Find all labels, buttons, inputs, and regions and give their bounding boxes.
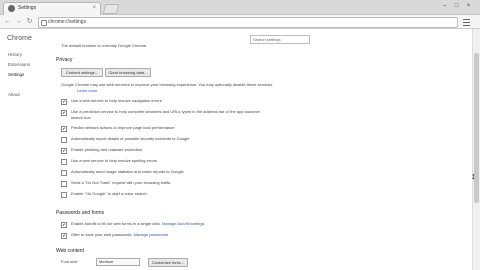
chrome-menu-icon[interactable] [462,17,471,26]
sidebar-item-history[interactable]: History [8,52,22,57]
tab-settings[interactable]: Settings × [3,2,101,15]
clear-browsing-data-button[interactable]: Clear browsing data... [105,68,151,77]
passwords-heading: Passwords and forms [56,210,105,216]
option-label: Use a prediction service to help complet… [71,109,260,114]
settings-favicon-icon [8,5,15,12]
option-label: Enable phishing and malware protection [71,147,143,152]
customize-fonts-button[interactable]: Customize fonts... [148,258,188,267]
sidebar-item-settings[interactable]: Settings [8,72,24,77]
sidebar: Chrome History Extensions Settings About [0,29,46,270]
reload-icon[interactable]: ↻ [25,17,34,26]
option-label: Automatically report details of possible… [71,136,190,141]
sidebar-item-extensions[interactable]: Extensions [8,62,30,67]
tab-close-icon[interactable]: × [92,4,96,12]
tab-title: Settings [18,5,37,11]
option-label: Predict network actions to improve page … [71,125,175,130]
checkbox[interactable]: ✔ [61,233,67,239]
checkbox[interactable]: ✔ [61,126,67,132]
resize-cursor-icon: ↕ [471,171,476,181]
option-label: Enable Autofill to fill out web forms in… [71,221,205,226]
content-settings-button[interactable]: Content settings... [61,68,103,77]
settings-content: The default browser is currently Google … [56,29,456,270]
close-window-icon[interactable]: × [464,2,473,10]
checkbox[interactable]: ✔ [61,99,67,105]
manage-passwords-link[interactable]: Manage passwords [134,232,169,237]
maximize-icon[interactable]: □ [452,2,461,10]
privacy-description: Google Chrome may use web services to im… [61,82,274,87]
option-label: Enable "Ok Google" to start a voice sear… [71,191,147,196]
new-tab-button[interactable] [102,4,120,14]
option-label: Automatically send usage statistics and … [71,169,184,174]
scrollbar[interactable] [472,29,480,270]
checkbox[interactable] [61,181,67,187]
option-label-continued: search box [71,115,91,120]
back-icon[interactable]: ← [3,17,12,26]
settings-page: Chrome History Extensions Settings About… [0,29,480,270]
checkbox[interactable]: ✔ [61,148,67,154]
checkbox[interactable] [61,159,67,165]
title-bar: Settings × – □ × [0,0,480,15]
font-size-label: Font size: [61,259,79,264]
learn-more-link[interactable]: Learn more [77,88,97,93]
checkbox[interactable]: ✔ [61,222,67,228]
option-label: Send a "Do Not Track" request with your … [71,180,171,185]
minimize-icon[interactable]: – [440,2,449,10]
chrome-window: Settings × – □ × ← → ↻ chrome://settings… [0,0,480,270]
forward-icon[interactable]: → [14,17,23,26]
address-bar[interactable]: chrome://settings [38,17,458,28]
page-icon [41,20,47,26]
font-size-select[interactable]: Medium [96,258,140,266]
checkbox[interactable]: ✔ [61,110,67,116]
privacy-heading: Privacy [56,57,73,63]
toolbar: ← → ↻ chrome://settings [0,15,480,29]
manage-autofill-link[interactable]: Manage Autofill settings [162,221,204,226]
checkbox[interactable] [61,137,67,143]
video-frame: Settings × – □ × ← → ↻ chrome://settings… [0,0,480,270]
option-label: Use a web service to help resolve naviga… [71,98,162,103]
web-content-heading: Web content [56,248,84,254]
sidebar-title: Chrome [7,35,32,42]
checkbox[interactable] [61,170,67,176]
sidebar-item-about[interactable]: About [8,92,20,97]
checkbox[interactable] [61,192,67,198]
option-label: Offer to save your web passwords. Manage… [71,232,169,237]
default-browser-note: The default browser is currently Google … [61,43,148,48]
address-text: chrome://settings [48,19,87,25]
option-label: Use a web service to help resolve spelli… [71,158,158,163]
